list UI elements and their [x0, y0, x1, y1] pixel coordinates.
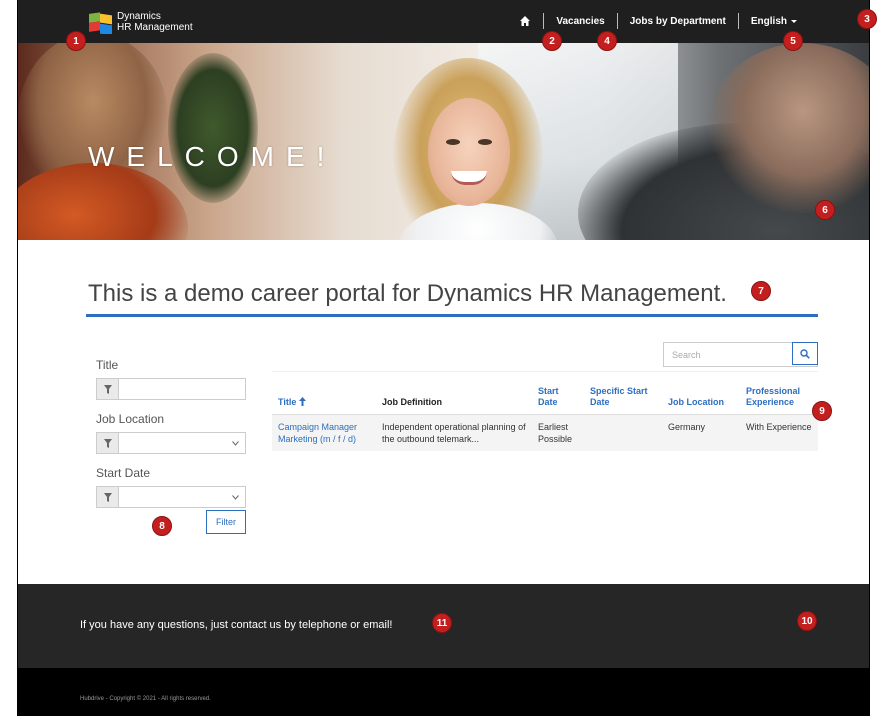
table-header-row: Title Job Definition Start Date Specific… [272, 384, 818, 415]
bottom-bar: Hubdrive - Copyright © 2021 - All rights… [18, 668, 869, 716]
start-date-cell: Earliest Possible [532, 414, 584, 451]
callout-badge: 7 [751, 281, 771, 301]
filter-button[interactable]: Filter [206, 510, 246, 534]
column-header-start-date[interactable]: Start Date [532, 384, 584, 415]
callout-badge: 8 [152, 516, 172, 536]
hero-woman-face [428, 98, 510, 206]
callout-badge: 6 [815, 200, 835, 220]
location-filter-label: Job Location [96, 412, 165, 426]
funnel-icon[interactable] [97, 487, 119, 507]
search-button[interactable] [792, 342, 818, 365]
footer-contact-text: If you have any questions, just contact … [80, 619, 393, 631]
sort-ascending-icon [299, 397, 307, 406]
callout-badge: 11 [432, 613, 452, 633]
hero-person-left-shirt [18, 163, 188, 240]
logo-line-2: HR Management [117, 22, 193, 33]
table-top-divider [272, 371, 818, 372]
job-definition-cell: Independent operational planning of the … [376, 414, 532, 451]
language-label: English [750, 15, 787, 27]
funnel-icon[interactable] [97, 433, 119, 453]
job-title-link[interactable]: Campaign Manager Marketing (m / f / d) [272, 414, 376, 451]
hero-woman-eye [478, 139, 492, 145]
language-dropdown[interactable]: English [739, 12, 809, 30]
hero-banner: WELCOME! [18, 43, 869, 240]
caret-down-icon [791, 19, 797, 23]
search-input[interactable] [664, 343, 792, 366]
logo-line-1: Dynamics [117, 11, 161, 22]
professional-experience-cell: With Experience [740, 414, 818, 451]
callout-badge: 4 [597, 31, 617, 51]
search-icon [800, 348, 810, 359]
column-header-label: Title [278, 397, 297, 407]
column-header-specific-start-date[interactable]: Specific Start Date [584, 384, 662, 415]
callout-badge: 2 [542, 31, 562, 51]
start-date-filter-select[interactable] [96, 486, 246, 508]
table-row[interactable]: Campaign Manager Marketing (m / f / d) I… [272, 414, 818, 451]
title-filter-label: Title [96, 358, 119, 372]
tagline-underline [86, 314, 818, 317]
page-tagline: This is a demo career portal for Dynamic… [88, 280, 727, 307]
nav-vacancies[interactable]: Vacancies [544, 12, 616, 30]
welcome-heading: WELCOME! [88, 141, 337, 172]
callout-badge: 5 [783, 31, 803, 51]
page-frame: Dynamics HR Management Vacancies Jobs by… [17, 0, 870, 716]
callout-badge: 10 [797, 611, 817, 631]
nav-jobs-by-department[interactable]: Jobs by Department [618, 12, 738, 30]
logo[interactable]: Dynamics HR Management [88, 9, 208, 37]
column-header-job-location[interactable]: Job Location [662, 384, 740, 415]
chevron-down-icon [232, 495, 239, 500]
column-header-job-definition: Job Definition [376, 384, 532, 415]
callout-badge: 1 [66, 31, 86, 51]
specific-start-date-cell [584, 414, 662, 451]
search-box [663, 342, 818, 367]
copyright-text: Hubdrive - Copyright © 2021 - All rights… [80, 696, 211, 702]
hero-woman-eye [446, 139, 460, 145]
top-navigation-bar: Dynamics HR Management Vacancies Jobs by… [18, 0, 869, 43]
callout-badge: 3 [857, 9, 877, 29]
vacancies-table: Title Job Definition Start Date Specific… [272, 384, 818, 451]
job-location-cell: Germany [662, 414, 740, 451]
filter-panel: Title Job Location Start Date Filter [96, 358, 248, 534]
main-nav: Vacancies Jobs by Department English [507, 12, 809, 30]
home-icon [520, 16, 531, 26]
nav-home[interactable] [507, 12, 543, 30]
hero-plant [168, 53, 258, 203]
column-header-professional-experience[interactable]: Professional Experience [740, 384, 818, 415]
funnel-icon[interactable] [97, 379, 119, 399]
chevron-down-icon [232, 441, 239, 446]
location-filter-select[interactable] [96, 432, 246, 454]
start-date-filter-label: Start Date [96, 466, 151, 480]
title-filter-input[interactable] [96, 378, 246, 400]
logo-text: Dynamics HR Management [117, 11, 193, 33]
column-header-title[interactable]: Title [272, 384, 376, 415]
callout-badge: 9 [812, 401, 832, 421]
dynamics-logo-icon [89, 12, 112, 34]
